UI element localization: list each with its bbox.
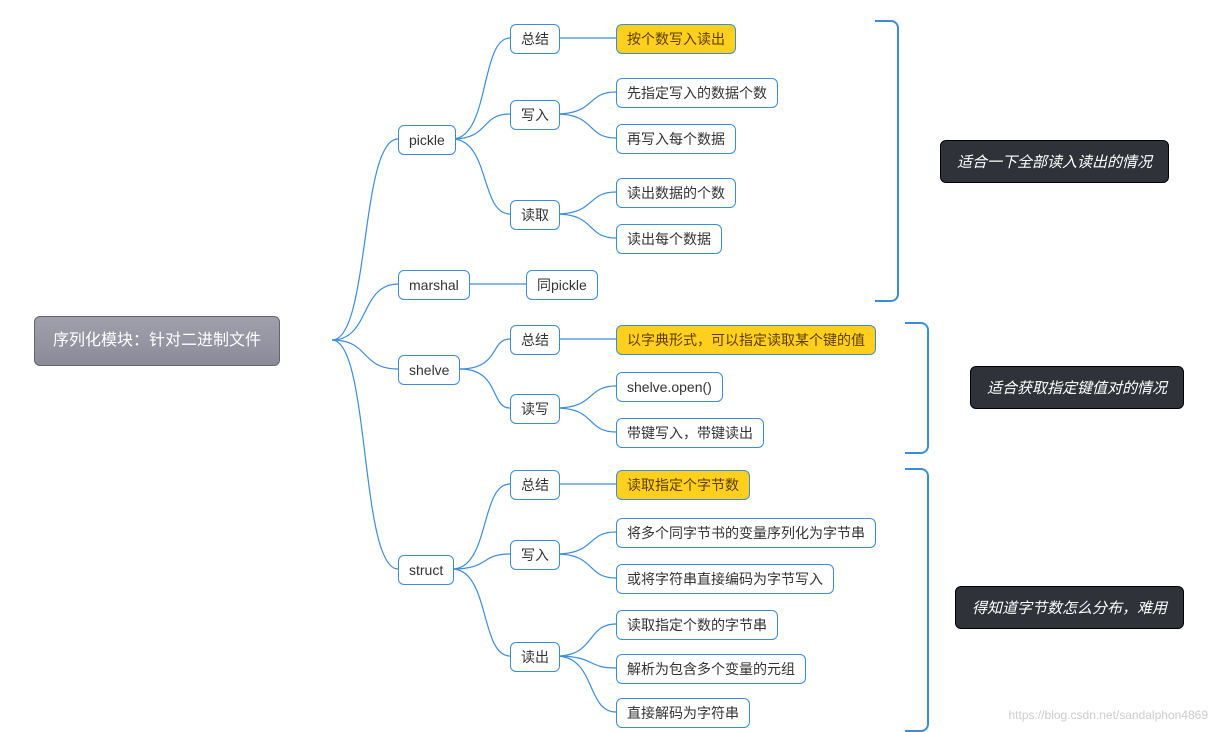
note-shelve[interactable]: 适合获取指定键值对的情况 xyxy=(970,366,1184,409)
struct-read-label[interactable]: 读出 xyxy=(510,642,560,672)
pickle-write-child-1[interactable]: 再写入每个数据 xyxy=(616,124,736,154)
root-node[interactable]: 序列化模块：针对二进制文件 xyxy=(34,316,280,366)
shelve-summary-label[interactable]: 总结 xyxy=(510,325,560,355)
branch-marshal[interactable]: marshal xyxy=(398,270,470,300)
marshal-desc[interactable]: 同pickle xyxy=(526,270,598,300)
struct-write-child-1[interactable]: 或将字符串直接编码为字节写入 xyxy=(616,564,834,594)
bracket-struct xyxy=(905,468,929,732)
pickle-read-label[interactable]: 读取 xyxy=(510,200,560,230)
pickle-read-child-0[interactable]: 读出数据的个数 xyxy=(616,178,736,208)
pickle-summary-value[interactable]: 按个数写入读出 xyxy=(616,24,736,54)
struct-write-label[interactable]: 写入 xyxy=(510,540,560,570)
struct-read-child-0[interactable]: 读取指定个数的字节串 xyxy=(616,610,778,640)
shelve-summary-value[interactable]: 以字典形式，可以指定读取某个键的值 xyxy=(616,325,876,355)
note-struct[interactable]: 得知道字节数怎么分布，难用 xyxy=(955,586,1184,629)
branch-shelve[interactable]: shelve xyxy=(398,355,460,385)
pickle-write-child-0[interactable]: 先指定写入的数据个数 xyxy=(616,78,778,108)
branch-pickle[interactable]: pickle xyxy=(398,125,456,155)
bracket-shelve xyxy=(905,322,929,454)
shelve-rw-child-0[interactable]: shelve.open() xyxy=(616,372,723,402)
struct-summary-value[interactable]: 读取指定个字节数 xyxy=(616,470,750,500)
pickle-summary-label[interactable]: 总结 xyxy=(510,24,560,54)
bracket-pickle xyxy=(875,20,899,302)
pickle-write-label[interactable]: 写入 xyxy=(510,100,560,130)
struct-write-child-0[interactable]: 将多个同字节书的变量序列化为字节串 xyxy=(616,518,876,548)
note-pickle[interactable]: 适合一下全部读入读出的情况 xyxy=(940,140,1169,183)
shelve-rw-child-1[interactable]: 带键写入，带键读出 xyxy=(616,418,764,448)
pickle-read-child-1[interactable]: 读出每个数据 xyxy=(616,224,722,254)
shelve-rw-label[interactable]: 读写 xyxy=(510,394,560,424)
watermark: https://blog.csdn.net/sandalphon4869 xyxy=(1009,708,1209,722)
branch-struct[interactable]: struct xyxy=(398,555,454,585)
struct-summary-label[interactable]: 总结 xyxy=(510,470,560,500)
struct-read-child-1[interactable]: 解析为包含多个变量的元组 xyxy=(616,654,806,684)
struct-read-child-2[interactable]: 直接解码为字符串 xyxy=(616,698,750,728)
